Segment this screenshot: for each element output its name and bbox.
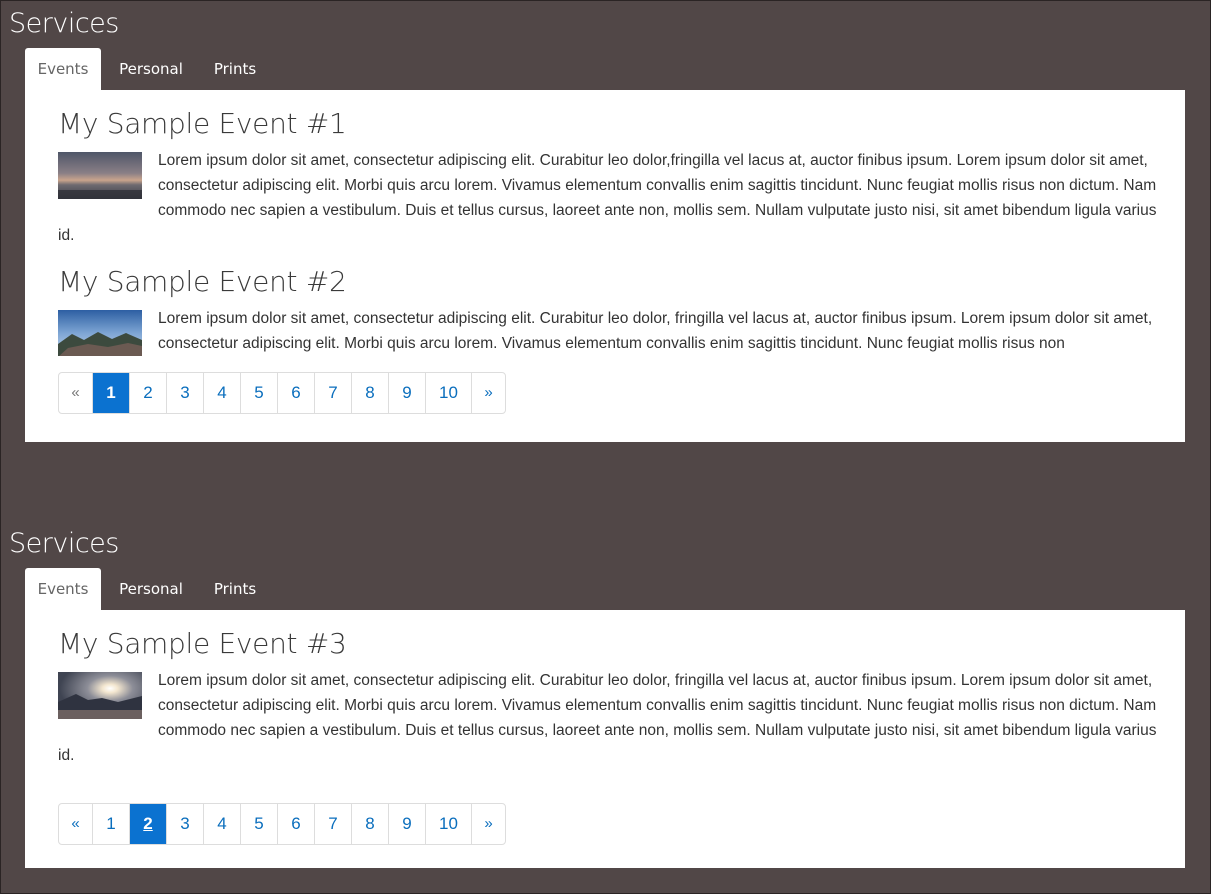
event-title: My Sample Event #1 — [58, 107, 347, 140]
event-thumbnail — [58, 152, 142, 199]
tab-events[interactable]: Events — [25, 48, 101, 90]
tab-prints[interactable]: Prints — [201, 48, 269, 90]
page-8[interactable]: 8 — [352, 804, 389, 844]
page-5[interactable]: 5 — [241, 373, 278, 413]
pagination: « 1 2 3 4 5 6 7 8 9 10 » — [58, 372, 506, 414]
event-title: My Sample Event #3 — [58, 627, 347, 660]
page-3[interactable]: 3 — [167, 804, 204, 844]
page-4[interactable]: 4 — [204, 373, 241, 413]
event-text: Lorem ipsum dolor sit amet, consectetur … — [58, 672, 1157, 764]
page-7[interactable]: 7 — [315, 804, 352, 844]
pagination-prev[interactable]: « — [59, 373, 93, 413]
pagination-next[interactable]: » — [472, 804, 505, 844]
page-1[interactable]: 1 — [93, 804, 130, 844]
event-item: My Sample Event #1 Lorem ipsum dolor sit… — [58, 104, 1163, 260]
page-8[interactable]: 8 — [352, 373, 389, 413]
event-body: Lorem ipsum dolor sit amet, consectetur … — [58, 148, 1163, 248]
pagination-next[interactable]: » — [472, 373, 505, 413]
event-text: Lorem ipsum dolor sit amet, consectetur … — [58, 152, 1157, 244]
page-6[interactable]: 6 — [278, 373, 315, 413]
pagination: « 1 2 3 4 5 6 7 8 9 10 » — [58, 803, 506, 845]
tab-personal[interactable]: Personal — [101, 568, 201, 610]
page-9[interactable]: 9 — [389, 804, 426, 844]
event-body: Lorem ipsum dolor sit amet, consectetur … — [58, 668, 1163, 768]
event-thumbnail — [58, 672, 142, 719]
services-tabs: Events Personal Prints — [25, 48, 269, 90]
tab-prints[interactable]: Prints — [201, 568, 269, 610]
page-10[interactable]: 10 — [426, 804, 472, 844]
event-text: Lorem ipsum dolor sit amet, consectetur … — [158, 310, 1153, 352]
page-1[interactable]: 1 — [93, 373, 130, 413]
page-5[interactable]: 5 — [241, 804, 278, 844]
section-title: Services — [9, 528, 119, 559]
pagination-prev[interactable]: « — [59, 804, 93, 844]
event-title: My Sample Event #2 — [58, 265, 347, 298]
events-panel: My Sample Event #1 Lorem ipsum dolor sit… — [25, 90, 1185, 442]
page-9[interactable]: 9 — [389, 373, 426, 413]
event-item: My Sample Event #2 Lorem ipsum dolor sit — [58, 262, 1163, 356]
event-thumbnail — [58, 310, 142, 356]
tab-events[interactable]: Events — [25, 568, 101, 610]
tab-personal[interactable]: Personal — [101, 48, 201, 90]
services-tabs: Events Personal Prints — [25, 568, 269, 610]
page-6[interactable]: 6 — [278, 804, 315, 844]
event-item: My Sample Event #3 Lorem ipsum dolor sit… — [58, 624, 1163, 768]
page-2[interactable]: 2 — [130, 373, 167, 413]
event-body: Lorem ipsum dolor sit amet, consectetur … — [58, 306, 1163, 356]
events-panel: My Sample Event #3 Lorem ipsum dolor sit… — [25, 610, 1185, 868]
page-7[interactable]: 7 — [315, 373, 352, 413]
section-title: Services — [9, 8, 119, 39]
page-4[interactable]: 4 — [204, 804, 241, 844]
page-3[interactable]: 3 — [167, 373, 204, 413]
page-10[interactable]: 10 — [426, 373, 472, 413]
page-2[interactable]: 2 — [130, 804, 167, 844]
